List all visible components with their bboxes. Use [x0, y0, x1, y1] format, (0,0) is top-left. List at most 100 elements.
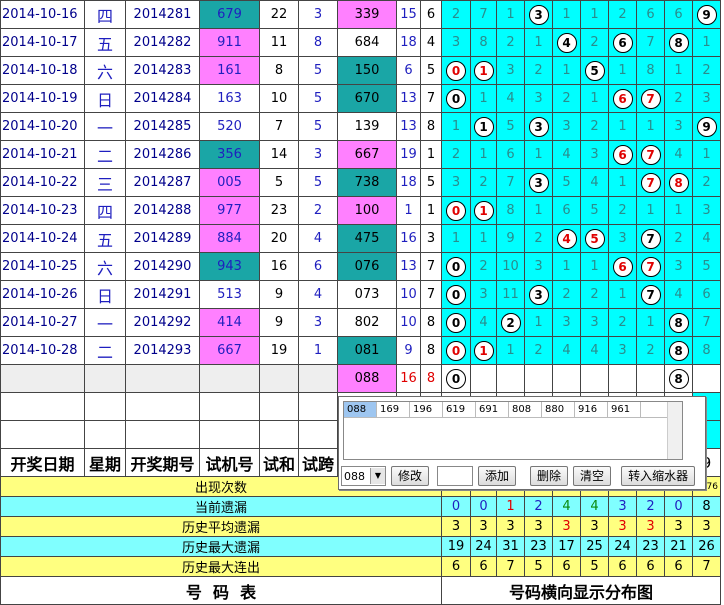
stat-label: 历史平均遗漏 [0, 516, 442, 537]
hit-ball: 1 [473, 340, 494, 361]
stat-value: 3 [608, 496, 637, 517]
table-row: 2014-10-27 一 2014292 414 9 3 802 10 8 0 4 2 1 3 3 2 1 8 7 [0, 308, 721, 337]
draw-number: 667 [337, 140, 397, 169]
weekday: 五 [84, 28, 126, 57]
stat-value: 4 [580, 496, 609, 517]
trial-number-popup[interactable]: 088 169 196 619 691 808 880 916 961 088 ▼ 修改 添加 … [338, 396, 706, 490]
hit-ball: 6 [612, 32, 633, 53]
stat-value: 6 [636, 556, 665, 577]
stat-value: 24 [470, 536, 497, 557]
distribution-cell: 1 [664, 56, 693, 85]
distribution-cell: 7 [636, 224, 665, 253]
hit-ball: 3 [528, 284, 549, 305]
stat-value: 5 [524, 556, 553, 577]
draw-span: 1 [420, 196, 442, 225]
stat-value: 3 [470, 516, 497, 537]
header-sum: 试和 [259, 448, 299, 477]
distribution-cell: 2 [580, 280, 609, 309]
distribution-cell: 3 [524, 280, 553, 309]
distribution-cell: 8 [664, 308, 693, 337]
distribution-cell: 11 [496, 280, 525, 309]
header-date: 开奖日期 [0, 448, 85, 477]
stat-value: 23 [636, 536, 665, 557]
trial-number: 513 [199, 280, 260, 309]
distribution-cell: 7 [636, 280, 665, 309]
distribution-cell: 4 [580, 336, 609, 365]
add-button[interactable]: 添加 [478, 466, 517, 486]
stat-value: 3 [664, 516, 693, 537]
trial-number: 667 [199, 336, 260, 365]
weekday: 六 [84, 56, 126, 85]
number-combo[interactable]: 088 ▼ [341, 466, 386, 486]
draw-span: 1 [420, 140, 442, 169]
hit-ball: 8 [668, 340, 689, 361]
transfer-to-reducer-button[interactable]: 转入缩水器 [621, 466, 696, 486]
prediction-row: 088 16 8 0 8 [0, 364, 721, 393]
draw-span: 7 [420, 280, 442, 309]
hit-ball: 0 [446, 368, 466, 389]
modify-button[interactable]: 修改 [391, 466, 430, 486]
draw-span: 3 [420, 224, 442, 253]
draw-number: 802 [337, 308, 397, 337]
distribution-cell: 6 [608, 140, 637, 169]
table-row: 2014-10-26 日 2014291 513 9 4 073 10 7 0 3 11 3 2 2 1 7 4 6 [0, 280, 721, 309]
weekday: 一 [84, 112, 126, 141]
candidate-item[interactable]: 169 [377, 402, 410, 417]
hit-ball: 8 [668, 172, 689, 193]
distribution-cell: 10 [496, 252, 525, 281]
candidate-item[interactable]: 196 [410, 402, 443, 417]
hit-ball: 1 [473, 200, 494, 221]
draw-span: 8 [420, 308, 442, 337]
distribution-cell: 1 [470, 56, 497, 85]
distribution-cell: 2 [692, 168, 721, 197]
distribution-cell: 2 [608, 308, 637, 337]
chevron-down-icon[interactable]: ▼ [370, 468, 385, 484]
candidate-list[interactable]: 088 169 196 619 691 808 880 916 961 [343, 401, 683, 460]
candidate-item[interactable]: 088 [344, 402, 377, 417]
hit-ball: 1 [473, 60, 494, 81]
distribution-cell: 3 [608, 224, 637, 253]
hit-ball: 3 [528, 4, 549, 25]
stat-value: 8 [692, 496, 721, 517]
distribution-cell: 2 [608, 0, 637, 29]
stat-value: 17 [552, 536, 581, 557]
distribution-cell: 8 [664, 168, 693, 197]
draw-sum: 13 [396, 252, 421, 281]
table-row: 2014-10-24 五 2014289 884 20 4 475 16 3 1 1 9 2 4 5 3 7 2 4 [0, 224, 721, 253]
list-scrollbar[interactable] [667, 402, 682, 459]
issue-number: 2014281 [125, 0, 200, 29]
distribution-cell: 2 [470, 168, 497, 197]
candidate-item[interactable]: 691 [476, 402, 509, 417]
distribution-cell: 7 [636, 84, 665, 113]
trial-sum: 20 [259, 224, 299, 253]
trial-number: 356 [199, 140, 260, 169]
distribution-cell: 3 [580, 140, 609, 169]
table-row: 2014-10-18 六 2014283 161 8 5 150 6 5 0 1 3 2 1 5 1 8 1 2 [0, 56, 721, 85]
empty-cell [0, 420, 85, 449]
distribution-cell: 1 [524, 140, 553, 169]
distribution-cell: 2 [664, 84, 693, 113]
draw-span: 7 [420, 84, 442, 113]
hit-ball: 0 [446, 256, 466, 277]
trial-span: 5 [298, 112, 338, 141]
delete-button[interactable]: 删除 [530, 466, 569, 486]
candidate-item[interactable]: 916 [575, 402, 608, 417]
draw-number: 139 [337, 112, 397, 141]
stat-label: 当前遗漏 [0, 496, 442, 517]
candidate-item[interactable]: 880 [542, 402, 575, 417]
hit-ball: 7 [640, 172, 661, 193]
draw-number: 076 [337, 252, 397, 281]
clear-button[interactable]: 清空 [573, 466, 612, 486]
candidate-item[interactable]: 961 [608, 402, 641, 417]
distribution-cell [580, 364, 609, 393]
candidate-item[interactable]: 808 [509, 402, 542, 417]
number-input[interactable] [437, 466, 474, 486]
candidate-item[interactable]: 619 [443, 402, 476, 417]
stat-value: 3 [692, 516, 721, 537]
empty-cell [125, 392, 200, 421]
empty-cell [199, 364, 260, 393]
issue-number: 2014290 [125, 252, 200, 281]
hit-ball: 0 [446, 312, 466, 333]
draw-sum: 13 [396, 112, 421, 141]
hit-ball: 0 [446, 60, 466, 81]
